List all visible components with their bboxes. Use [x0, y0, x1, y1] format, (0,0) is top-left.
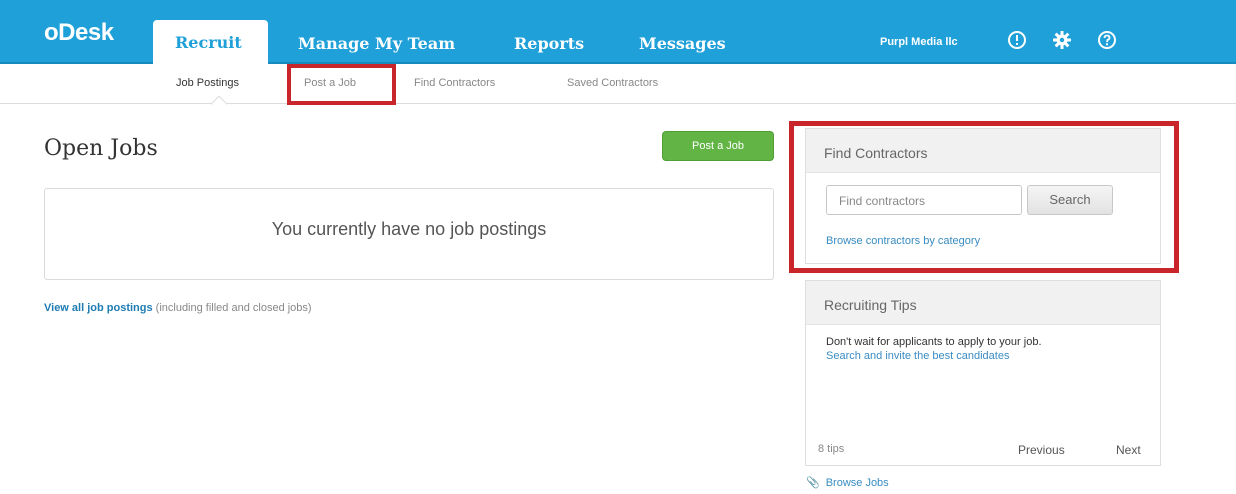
post-a-job-button[interactable]: Post a Job [662, 131, 774, 161]
recruiting-tips-panel: Recruiting Tips Don't wait for applicant… [805, 280, 1161, 466]
help-icon[interactable] [1097, 30, 1117, 50]
subnav-saved-contractors[interactable]: Saved Contractors [567, 77, 658, 89]
browse-jobs-link[interactable]: 📎 Browse Jobs [806, 476, 889, 489]
subnav-job-postings[interactable]: Job Postings [176, 77, 239, 89]
view-all-line: View all job postings (including filled … [44, 302, 312, 314]
odesk-logo[interactable]: oDesk [44, 19, 114, 47]
tab-recruit[interactable]: Recruit [153, 20, 268, 65]
top-navigation-bar: oDesk Recruit Manage My Team Reports Mes… [0, 0, 1236, 65]
tip-body: Don't wait for applicants to apply to yo… [826, 335, 1042, 363]
view-all-note: (including filled and closed jobs) [155, 302, 312, 314]
tab-manage-my-team[interactable]: Manage My Team [298, 34, 455, 53]
view-all-job-postings-link[interactable]: View all job postings [44, 302, 153, 314]
job-postings-list: You currently have no job postings [44, 188, 774, 280]
page-title: Open Jobs [44, 136, 158, 161]
next-tip-button[interactable]: Next [1116, 443, 1141, 457]
tip-text: Don't wait for applicants to apply to yo… [826, 336, 1042, 348]
highlight-box-find-contractors [789, 121, 1179, 273]
subnav-find-contractors[interactable]: Find Contractors [414, 77, 495, 89]
tab-reports[interactable]: Reports [514, 34, 584, 53]
alert-icon[interactable] [1007, 30, 1027, 50]
tip-link[interactable]: Search and invite the best candidates [826, 349, 1042, 363]
tab-recruit-label: Recruit [175, 33, 242, 52]
recruiting-tips-title: Recruiting Tips [806, 281, 1160, 325]
previous-tip-button[interactable]: Previous [1018, 443, 1065, 457]
sub-navigation-bar: Job Postings Post a Job Find Contractors… [0, 64, 1236, 104]
tips-count: 8 tips [818, 443, 845, 455]
paperclip-icon: 📎 [806, 477, 820, 489]
company-name[interactable]: Purpl Media llc [880, 36, 958, 48]
browse-jobs-label: Browse Jobs [825, 477, 889, 489]
tab-messages[interactable]: Messages [639, 34, 726, 53]
gear-icon[interactable] [1052, 30, 1072, 50]
highlight-box-post-a-job [287, 64, 396, 105]
empty-state-message: You currently have no job postings [271, 219, 547, 239]
